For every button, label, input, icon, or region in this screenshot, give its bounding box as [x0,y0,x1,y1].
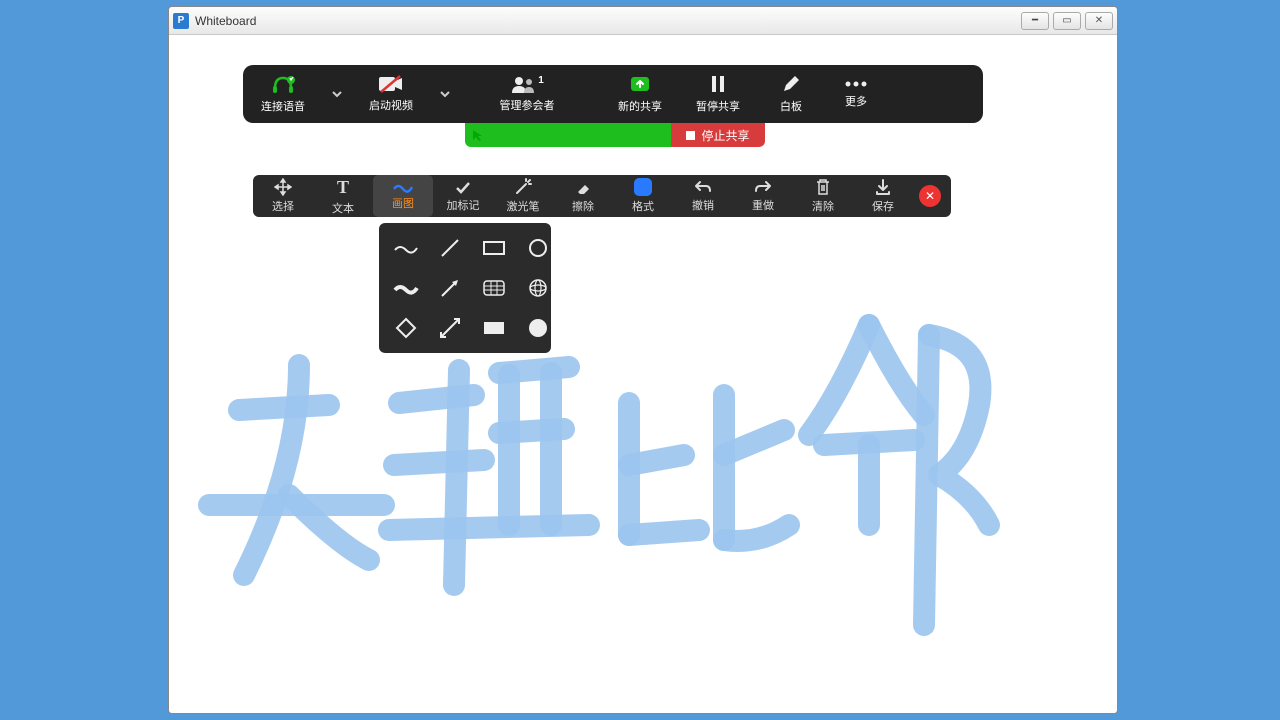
participants-count: 1 [538,75,544,86]
eraser-tool[interactable]: 擦除 [553,175,613,217]
shape-globe[interactable] [521,273,555,303]
format-tool[interactable]: 格式 [613,175,673,217]
redo-icon [754,179,772,195]
pause-icon [708,74,728,94]
check-icon [454,179,472,195]
cursor-icon [471,128,485,142]
minimize-button[interactable]: ━ [1021,12,1049,30]
pencil-icon [781,74,801,94]
manage-participants-button[interactable]: 1 管理参会者 [477,65,577,123]
undo-button[interactable]: 撤销 [673,175,733,217]
text-tool[interactable]: T 文本 [313,175,373,217]
shape-grid[interactable] [477,273,511,303]
stop-icon [686,131,695,140]
shape-circle-outline[interactable] [521,233,555,263]
close-icon: ✕ [925,189,935,203]
join-audio-button[interactable]: 连接语音 [243,65,323,123]
whiteboard-canvas[interactable]: 连接语音 启动视频 1 管理参会者 新的共享 [169,35,1117,713]
zoom-meeting-toolbar: 连接语音 启动视频 1 管理参会者 新的共享 [243,65,983,123]
start-video-button[interactable]: 启动视频 [351,65,431,123]
shape-circle-filled[interactable] [521,313,555,343]
headphones-icon [271,74,295,94]
titlebar: P Whiteboard ━ ▭ ✕ [169,7,1117,35]
more-button[interactable]: 更多 [825,65,887,123]
annotation-toolbar: 选择 T 文本 画图 加标记 激光笔 擦除 [253,175,951,217]
draw-tool[interactable]: 画图 [373,175,433,217]
text-icon: T [337,177,349,198]
shape-rect-outline[interactable] [477,233,511,263]
shape-arrow-line[interactable] [433,273,467,303]
close-annotation-button[interactable]: ✕ [919,185,941,207]
shape-line[interactable] [433,233,467,263]
sharing-status[interactable] [465,123,671,147]
new-share-button[interactable]: 新的共享 [601,65,679,123]
save-button[interactable]: 保存 [853,175,913,217]
whiteboard-button[interactable]: 白板 [757,65,825,123]
whiteboard-window: P Whiteboard ━ ▭ ✕ 连接语音 启动视频 [168,6,1118,714]
more-icon [844,79,868,89]
chevron-down-icon [331,88,343,100]
window-title: Whiteboard [195,14,256,28]
audio-menu-chevron[interactable] [323,65,351,123]
share-up-icon [628,74,652,94]
shape-wavy-line[interactable] [389,233,423,263]
window-controls: ━ ▭ ✕ [1021,12,1113,30]
select-tool[interactable]: 选择 [253,175,313,217]
shape-diamond[interactable] [389,313,423,343]
chevron-down-icon [439,88,451,100]
sharing-strip: 停止共享 [465,123,765,147]
shape-rect-filled[interactable] [477,313,511,343]
draw-icon [392,181,414,193]
shape-wavy-thick[interactable] [389,273,423,303]
video-menu-chevron[interactable] [431,65,459,123]
maximize-button[interactable]: ▭ [1053,12,1081,30]
download-icon [874,178,892,196]
undo-icon [694,179,712,195]
move-icon [274,178,292,196]
video-off-icon [378,75,404,93]
stamp-tool[interactable]: 加标记 [433,175,493,217]
stop-share-button[interactable]: 停止共享 [671,123,765,147]
trash-icon [815,178,831,196]
eraser-icon [574,178,592,196]
format-icon [634,178,652,196]
redo-button[interactable]: 重做 [733,175,793,217]
participants-icon [510,75,536,93]
shape-double-arrow[interactable] [433,313,467,343]
clear-button[interactable]: 清除 [793,175,853,217]
app-icon: P [173,13,189,29]
spotlight-tool[interactable]: 激光笔 [493,175,553,217]
pause-share-button[interactable]: 暂停共享 [679,65,757,123]
draw-shapes-popup [379,223,551,353]
wand-icon [514,178,532,196]
close-button[interactable]: ✕ [1085,12,1113,30]
